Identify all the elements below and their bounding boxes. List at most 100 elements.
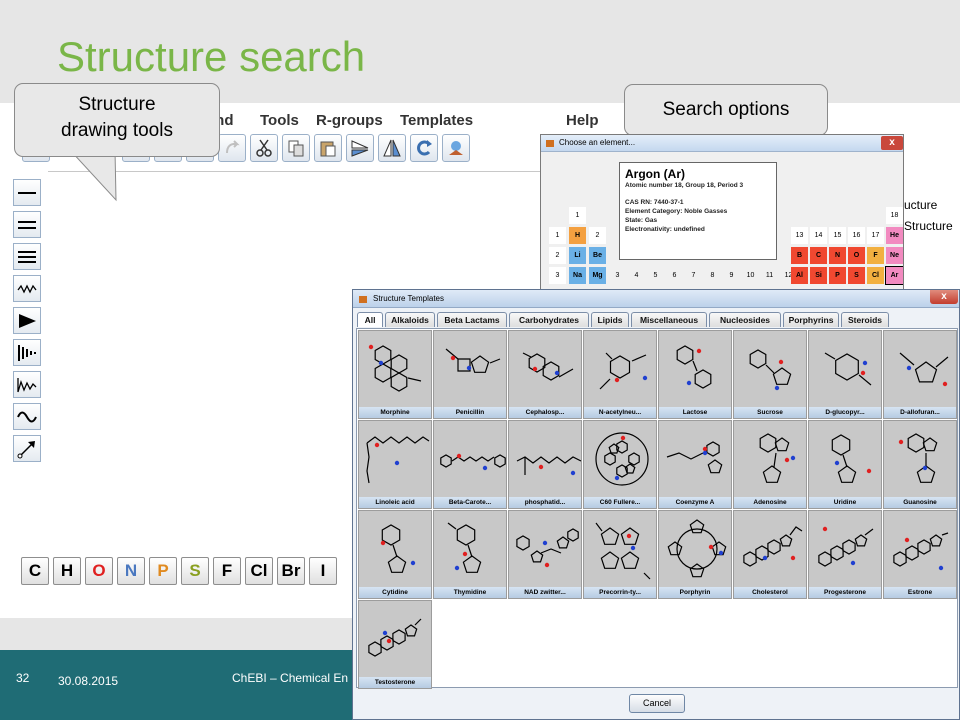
template-item[interactable]: Testosterone — [358, 600, 432, 689]
element-cell[interactable]: He — [886, 227, 903, 244]
element-cell[interactable]: Ne — [886, 247, 903, 264]
group-label: 13 — [791, 227, 808, 244]
template-item[interactable]: Estrone — [883, 510, 957, 599]
element-button-9[interactable]: I — [309, 557, 337, 585]
tab-miscellaneous[interactable]: Miscellaneous — [631, 312, 707, 327]
close-button[interactable]: x — [881, 136, 903, 150]
cancel-button[interactable]: Cancel — [629, 694, 685, 713]
element-cell[interactable]: H — [569, 227, 586, 244]
template-item[interactable]: D-glucopyr... — [808, 330, 882, 419]
wedge-bond-icon — [19, 314, 36, 328]
close-icon: x — [941, 291, 947, 302]
template-item[interactable]: phosphatid... — [508, 420, 582, 509]
element-cell[interactable]: Cl — [867, 267, 884, 284]
element-cell[interactable]: F — [867, 247, 884, 264]
element-cell[interactable]: O — [848, 247, 865, 264]
molecule-structure-icon — [667, 519, 727, 578]
element-button-7[interactable]: Cl — [245, 557, 273, 585]
template-item[interactable]: Linoleic acid — [358, 420, 432, 509]
group-label: 2 — [589, 227, 606, 244]
element-cell[interactable]: Be — [589, 247, 606, 264]
template-item[interactable]: C60 Fullere... — [583, 420, 657, 509]
element-cell[interactable]: Al — [791, 267, 808, 284]
element-button-2[interactable]: O — [85, 557, 113, 585]
element-cell[interactable]: B — [791, 247, 808, 264]
tab-nucleosides[interactable]: Nucleosides — [709, 312, 781, 327]
element-cell[interactable]: N — [829, 247, 846, 264]
tab-alkaloids[interactable]: Alkaloids — [385, 312, 435, 327]
tab-carbohydrates[interactable]: Carbohydrates — [509, 312, 589, 327]
tab-lipids[interactable]: Lipids — [591, 312, 629, 327]
flip-vertical-button[interactable] — [378, 134, 406, 162]
double-bond-button[interactable] — [13, 211, 41, 238]
any-bond-button[interactable] — [13, 275, 41, 302]
tab-beta-lactams[interactable]: Beta Lactams — [437, 312, 507, 327]
element-button-4[interactable]: P — [149, 557, 177, 585]
element-button-5[interactable]: S — [181, 557, 209, 585]
arrow-tool-button[interactable] — [13, 435, 41, 462]
template-item[interactable]: D-allofuran... — [883, 330, 957, 419]
cut-button[interactable] — [250, 134, 278, 162]
copy-button[interactable] — [282, 134, 310, 162]
element-button-3[interactable]: N — [117, 557, 145, 585]
wavy-bond-button[interactable] — [13, 371, 41, 398]
element-cell[interactable]: Mg — [589, 267, 606, 284]
tab-all[interactable]: All — [357, 312, 383, 327]
element-button-8[interactable]: Br — [277, 557, 305, 585]
element-cell[interactable]: C — [810, 247, 827, 264]
molecule-structure-icon — [368, 344, 422, 392]
template-item[interactable]: Cholesterol — [733, 510, 807, 599]
period-label: 3 — [549, 267, 566, 284]
element-cell[interactable]: Li — [569, 247, 586, 264]
rotate-button[interactable] — [410, 134, 438, 162]
template-item[interactable]: Adenosine — [733, 420, 807, 509]
template-label: Morphine — [359, 407, 431, 418]
slide-date: 30.08.2015 — [58, 674, 119, 688]
molecule-structure-icon — [368, 618, 422, 657]
template-item[interactable]: Guanosine — [883, 420, 957, 509]
template-item[interactable]: Penicillin — [433, 330, 507, 419]
template-item[interactable]: Lactose — [658, 330, 732, 419]
template-item[interactable]: Morphine — [358, 330, 432, 419]
dialog-titlebar: Structure Templates x — [353, 290, 959, 308]
wedge-bond-button[interactable] — [13, 307, 41, 334]
footer-text: ChEBI – Chemical En — [232, 671, 349, 685]
template-item[interactable]: Thymidine — [433, 510, 507, 599]
paste-button[interactable] — [314, 134, 342, 162]
template-item[interactable]: Coenzyme A — [658, 420, 732, 509]
element-cell[interactable]: P — [829, 267, 846, 284]
clean-button[interactable] — [442, 134, 470, 162]
element-button-1[interactable]: H — [53, 557, 81, 585]
hash-bond-icon — [18, 345, 36, 361]
menu-help[interactable]: Help — [566, 112, 599, 129]
template-item[interactable]: Sucrose — [733, 330, 807, 419]
template-item[interactable]: Beta-Carote... — [433, 420, 507, 509]
template-item[interactable]: NAD zwitter... — [508, 510, 582, 599]
element-cell[interactable]: S — [848, 267, 865, 284]
chain-button[interactable] — [13, 403, 41, 430]
tab-steroids[interactable]: Steroids — [841, 312, 889, 327]
template-item[interactable]: N-acetylneu... — [583, 330, 657, 419]
clean-icon — [449, 141, 463, 155]
element-button-6[interactable]: F — [213, 557, 241, 585]
element-button-0[interactable]: C — [21, 557, 49, 585]
template-item[interactable]: Uridine — [808, 420, 882, 509]
template-item[interactable]: Cytidine — [358, 510, 432, 599]
tab-porphyrins[interactable]: Porphyrins — [783, 312, 839, 327]
template-item[interactable]: Cephalosp... — [508, 330, 582, 419]
close-button[interactable]: x — [930, 290, 958, 304]
menu-templates[interactable]: Templates — [400, 112, 473, 129]
flip-horizontal-button[interactable] — [346, 134, 374, 162]
hash-bond-button[interactable] — [13, 339, 41, 366]
redo-button[interactable] — [218, 134, 246, 162]
element-cell[interactable]: Si — [810, 267, 827, 284]
menu-tools[interactable]: Tools — [260, 112, 299, 129]
template-item[interactable]: Porphyrin — [658, 510, 732, 599]
template-item[interactable]: Progesterone — [808, 510, 882, 599]
triple-bond-button[interactable] — [13, 243, 41, 270]
element-cell[interactable]: Na — [569, 267, 586, 284]
template-item[interactable]: Precorrin-ty... — [583, 510, 657, 599]
menu-r-groups[interactable]: R-groups — [316, 112, 383, 129]
single-bond-button[interactable] — [13, 179, 41, 206]
element-category: Element Category: Noble Gasses — [625, 208, 728, 215]
